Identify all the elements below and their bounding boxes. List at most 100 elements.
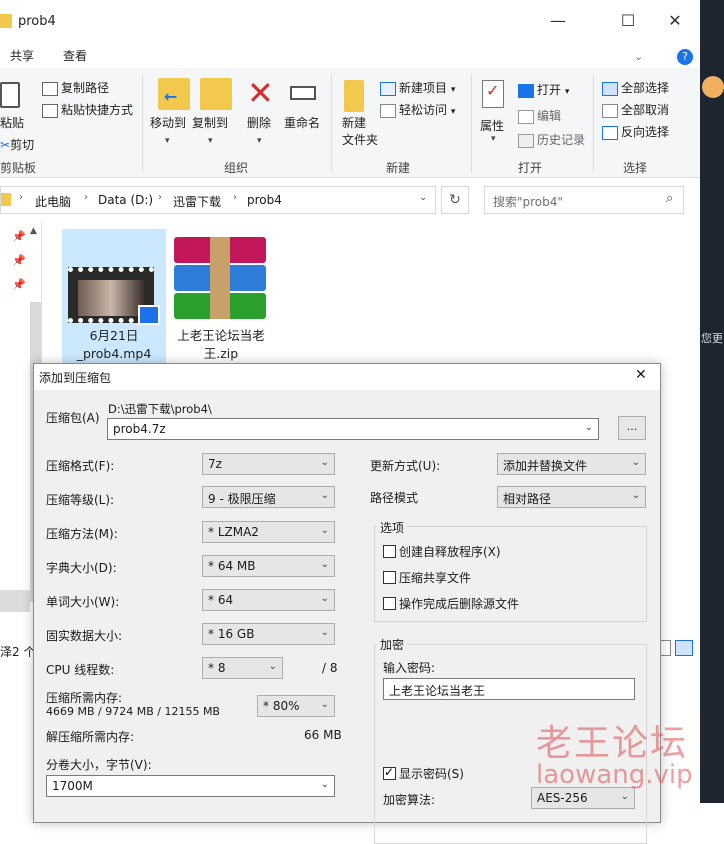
select-all-icon (602, 81, 618, 96)
path-mode-label: 路径模式 (370, 491, 419, 505)
show-password-option[interactable]: 显示密码(S) (383, 765, 464, 782)
password-label: 输入密码: (383, 661, 436, 675)
new-item-button[interactable]: 新建项目 ▾ (380, 79, 455, 96)
nav-item-selected[interactable] (0, 590, 30, 612)
mem-label: 压缩所需内存: (46, 691, 123, 705)
minimize-button[interactable]: — (535, 4, 581, 38)
chevron-down-icon[interactable]: ▾ (165, 136, 170, 146)
path-mode-select[interactable]: 相对路径 ⌄ (497, 486, 646, 508)
password-input[interactable]: 上老王论坛当老王 (383, 678, 635, 700)
move-to-icon: ← (158, 78, 190, 110)
chevron-down-icon: ▾ (564, 87, 570, 97)
refresh-icon[interactable]: ↻ (441, 186, 469, 214)
edit-button[interactable]: 编辑 (518, 107, 561, 124)
file-item-video[interactable]: 6月21日 _prob4.mp4 (62, 229, 166, 365)
mem-percent-select[interactable]: * 80% ⌄ (257, 695, 335, 717)
search-input[interactable]: 搜索"prob4" ⌕ (484, 186, 684, 214)
sfx-option[interactable]: 创建自释放程序(X) (383, 543, 501, 560)
format-select[interactable]: 7z ⌄ (202, 453, 335, 475)
file-item-zip[interactable]: 上老王论坛当老 王.zip (170, 229, 272, 365)
copy-path-button[interactable]: 复制路径 (42, 79, 109, 96)
archive-name-combo[interactable]: prob4.7z ⌄ (107, 418, 599, 440)
new-folder-button[interactable]: 新建 文件夹 (342, 114, 378, 148)
properties-button[interactable]: 属性 (480, 117, 504, 134)
group-label-open: 打开 (518, 161, 543, 175)
paste-shortcut-button[interactable]: 粘贴快捷方式 (42, 101, 133, 118)
checkbox[interactable] (383, 597, 396, 610)
chevron-down-icon: ⌄ (320, 593, 329, 604)
tab-view[interactable]: 查看 (63, 47, 87, 64)
pin-icon[interactable]: 📌 (12, 254, 26, 267)
cpu-select[interactable]: * 8 ⌄ (202, 657, 283, 679)
word-label: 单词大小(W): (46, 595, 120, 609)
chevron-down-icon: ⌄ (320, 457, 329, 468)
chevron-down-icon[interactable]: ▾ (257, 136, 262, 146)
scroll-up-icon[interactable]: ▲ (30, 226, 37, 236)
cut-button[interactable]: ✂剪切 (0, 136, 34, 153)
breadcrumb-current[interactable]: prob4 (247, 193, 282, 207)
watermark-cn: 老王论坛 (536, 723, 689, 764)
options-title: 选项 (377, 519, 408, 536)
shared-option[interactable]: 压缩共享文件 (383, 569, 471, 586)
dialog-close-button[interactable]: ✕ (635, 367, 647, 383)
enc-method-select[interactable]: AES-256 ⌄ (531, 787, 635, 809)
properties-icon: ✓ (482, 80, 504, 108)
avatar-icon (702, 76, 724, 98)
address-bar[interactable]: › 此电脑 › Data (D:) › 迅雷下载 › prob4 ⌄ (0, 186, 436, 214)
checkbox[interactable] (383, 545, 396, 558)
history-button[interactable]: 历史记录 (518, 131, 585, 148)
chevron-down-icon: ⌄ (320, 490, 329, 501)
breadcrumb-this-pc[interactable]: 此电脑 (35, 193, 71, 210)
pin-icon[interactable]: 📌 (12, 278, 26, 291)
divider (593, 74, 594, 172)
file-name: 6月21日 _prob4.mp4 (76, 328, 152, 361)
chevron-down-icon: ⌄ (320, 627, 329, 638)
chevron-down-icon: ▾ (450, 107, 456, 117)
pin-icon[interactable]: 📌 (12, 230, 26, 243)
copy-to-button[interactable]: 复制到 (192, 114, 228, 131)
browse-button[interactable]: ... (618, 416, 646, 440)
maximize-button[interactable]: ☐ (605, 4, 651, 38)
cpu-max: / 8 (322, 661, 338, 675)
delete-button[interactable]: 删除 (247, 114, 271, 131)
chevron-down-icon[interactable]: ▾ (208, 136, 213, 146)
paste-button[interactable]: 粘贴 (0, 114, 24, 131)
breadcrumb-folder[interactable]: 迅雷下载 (173, 193, 221, 210)
breadcrumb-drive[interactable]: Data (D:) (98, 193, 153, 207)
file-name: 上老王论坛当老 王.zip (177, 328, 265, 361)
method-select[interactable]: * LZMA2 ⌄ (202, 521, 335, 543)
chevron-down-icon: ⌄ (631, 457, 640, 468)
close-button[interactable]: ✕ (652, 4, 698, 38)
chevron-down-icon[interactable]: ⌄ (634, 50, 643, 63)
easy-access-icon (380, 103, 396, 118)
rename-button[interactable]: 重命名 (284, 114, 320, 131)
dialog-titlebar: 添加到压缩包 ✕ (34, 364, 660, 390)
select-none-button[interactable]: 全部取消 (602, 101, 669, 118)
chevron-down-icon[interactable]: ⌄ (419, 192, 427, 203)
large-icons-view-icon[interactable] (675, 640, 693, 656)
help-icon[interactable]: ? (677, 49, 693, 65)
solid-select[interactable]: * 16 GB ⌄ (202, 623, 335, 645)
explorer-titlebar: prob4 — ☐ ✕ (0, 0, 700, 44)
split-size-combo[interactable]: 1700M ⌄ (46, 775, 335, 797)
folder-icon (1, 193, 11, 206)
level-select[interactable]: 9 - 极限压缩 ⌄ (202, 486, 335, 508)
easy-access-button[interactable]: 轻松访问 ▾ (380, 101, 455, 118)
invert-selection-button[interactable]: 反向选择 (602, 123, 669, 140)
dict-select[interactable]: * 64 MB ⌄ (202, 555, 335, 577)
group-label-new: 新建 (386, 161, 411, 175)
divider (471, 74, 472, 172)
move-to-button[interactable]: 移动到 (150, 114, 186, 131)
checkbox[interactable] (383, 765, 396, 780)
tab-share[interactable]: 共享 (10, 47, 34, 64)
chevron-down-icon: ⌄ (320, 699, 329, 710)
delete-after-option[interactable]: 操作完成后删除源文件 (383, 595, 519, 612)
checkbox[interactable] (383, 571, 396, 584)
select-all-button[interactable]: 全部选择 (602, 79, 669, 96)
chevron-down-icon[interactable]: ▾ (491, 134, 496, 144)
decomp-value: 66 MB (304, 728, 342, 742)
word-select[interactable]: * 64 ⌄ (202, 589, 335, 611)
group-label-select: 选择 (623, 161, 648, 175)
update-mode-select[interactable]: 添加并替换文件 ⌄ (497, 453, 646, 475)
open-button[interactable]: 打开 ▾ (518, 81, 569, 98)
